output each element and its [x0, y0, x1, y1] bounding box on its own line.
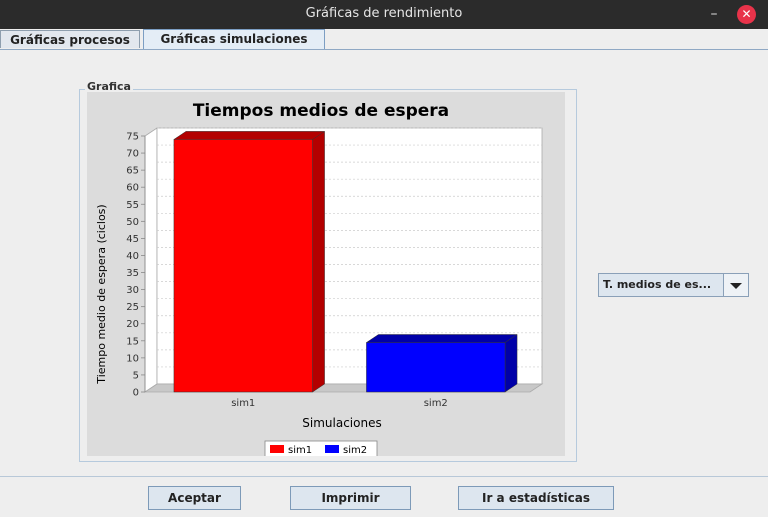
bar-top — [365, 334, 518, 343]
legend-label-sim1: sim1 — [288, 445, 312, 456]
x-tick-label: sim1 — [231, 398, 255, 409]
chevron-down-icon[interactable] — [723, 274, 748, 296]
y-tick-label: 50 — [126, 217, 139, 228]
accept-button[interactable]: Aceptar — [148, 486, 241, 510]
y-tick-label: 35 — [126, 268, 139, 279]
y-tick-label: 25 — [126, 302, 139, 313]
x-tick-label: sim2 — [424, 398, 448, 409]
x-axis-label: Simulaciones — [302, 416, 381, 430]
stats-button[interactable]: Ir a estadísticas — [458, 486, 614, 510]
y-tick-label: 60 — [126, 183, 139, 194]
legend-label-sim2: sim2 — [343, 445, 367, 456]
minimize-button[interactable]: – — [706, 6, 722, 22]
print-button[interactable]: Imprimir — [290, 486, 411, 510]
tab-strip: Gráficas procesos Gráficas simulaciones — [0, 29, 768, 50]
bar-side — [312, 130, 325, 393]
plot-side-wall — [144, 127, 158, 393]
chart-type-selected: T. medios de es... — [603, 278, 712, 291]
bar-front — [366, 342, 506, 393]
y-tick-label: 0 — [133, 388, 139, 399]
y-tick-label: 40 — [126, 251, 139, 262]
title-bar: Gráficas de rendimiento – ✕ — [0, 0, 768, 29]
bar-sim1 — [173, 130, 326, 393]
close-button[interactable]: ✕ — [737, 5, 756, 24]
y-axis-label: Tiempo medio de espera (ciclos) — [95, 204, 108, 384]
y-tick-label: 65 — [126, 166, 139, 177]
bar-sim2 — [365, 334, 518, 393]
bar-front — [173, 139, 313, 393]
chart-title: Tiempos medios de espera — [193, 101, 449, 121]
tab-graficas-procesos[interactable]: Gráficas procesos — [0, 30, 140, 48]
y-tick-label: 70 — [126, 149, 139, 160]
bar-side — [504, 334, 518, 393]
y-tick-label: 45 — [126, 234, 139, 245]
y-tick-label: 30 — [126, 285, 139, 296]
y-tick-label: 75 — [126, 132, 139, 143]
bar-top — [173, 131, 326, 140]
footer-separator — [0, 476, 768, 477]
legend-swatch-sim1 — [270, 445, 284, 453]
chart-legend: sim1 sim2 — [264, 440, 378, 458]
y-tick-label: 20 — [126, 319, 139, 330]
chart-type-select[interactable]: T. medios de es... — [598, 273, 749, 297]
y-tick-label: 15 — [126, 336, 139, 347]
window-title: Gráficas de rendimiento — [305, 6, 463, 21]
y-tick-label: 55 — [126, 200, 139, 211]
tab-graficas-simulaciones[interactable]: Gráficas simulaciones — [143, 29, 325, 49]
chart-panel: Tiempos medios de espera 0 5 10 15 20 25 30 35 4… — [87, 92, 565, 458]
bar-chart: Tiempos medios de espera 0 5 10 15 20 25 30 35 4… — [95, 101, 544, 458]
y-tick-label: 5 — [133, 370, 139, 381]
legend-swatch-sim2 — [325, 445, 339, 453]
y-tick-label: 10 — [126, 353, 139, 364]
